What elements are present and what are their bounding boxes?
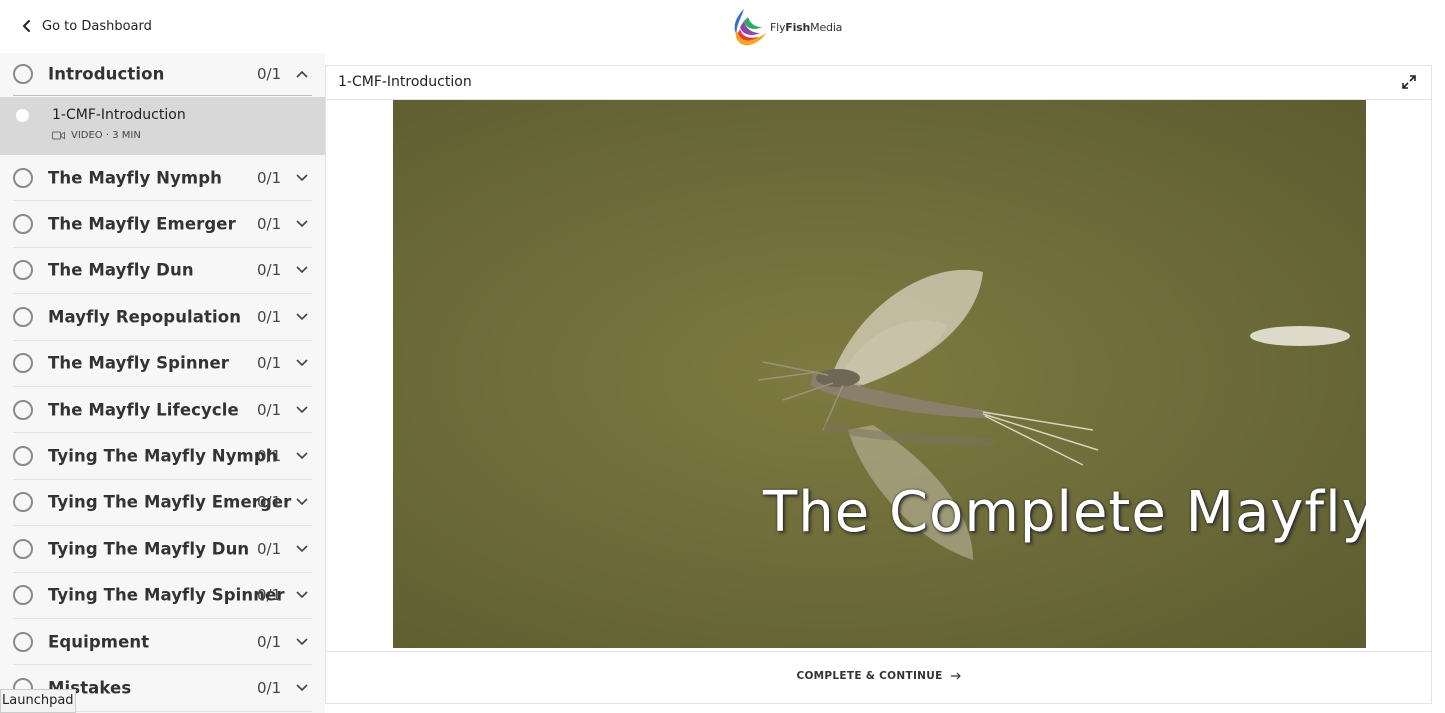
section-the-mayfly-emerger[interactable]: The Mayfly Emerger 0/1 — [13, 201, 312, 248]
section-count: 0/1 — [257, 65, 282, 83]
section-the-mayfly-lifecycle[interactable]: The Mayfly Lifecycle 0/1 — [13, 387, 312, 434]
logo-text-media: Media — [810, 20, 843, 34]
go-to-dashboard-link[interactable]: Go to Dashboard — [22, 16, 152, 36]
progress-circle-icon — [13, 446, 33, 467]
chevron-down-icon[interactable] — [296, 174, 308, 182]
progress-circle-icon — [13, 631, 33, 652]
section-the-mayfly-nymph[interactable]: The Mayfly Nymph 0/1 — [13, 155, 312, 202]
lesson-meta: VIDEO · 3 MIN — [52, 130, 141, 141]
progress-circle-icon — [13, 167, 33, 188]
progress-circle-icon — [13, 538, 33, 559]
video-caption: The Complete Mayfly — [763, 480, 1366, 545]
section-introduction[interactable]: Introduction 0/1 — [13, 53, 312, 96]
flyfishmedia-logo[interactable]: FlyFishMedia — [730, 6, 842, 48]
launchpad-button[interactable]: Launchpad — [0, 689, 76, 713]
lesson-footer: COMPLETE & CONTINUE — [326, 651, 1431, 703]
section-count: 0/1 — [257, 539, 282, 558]
progress-circle-icon — [13, 399, 33, 420]
chevron-down-icon[interactable] — [296, 638, 308, 646]
lesson-status-dot — [16, 109, 29, 122]
logo-text-fish: Fish — [785, 20, 811, 34]
section-title: Introduction — [48, 64, 165, 84]
section-tying-the-mayfly-emerger[interactable]: Tying The Mayfly Emerger 0/1 — [13, 480, 312, 527]
video-camera-icon — [52, 131, 65, 140]
section-count: 0/1 — [257, 400, 282, 419]
logo-text: FlyFishMedia — [770, 21, 842, 34]
section-title: Tying The Mayfly Spinner — [48, 585, 285, 605]
section-equipment[interactable]: Equipment 0/1 — [13, 619, 312, 666]
section-title: The Mayfly Dun — [48, 260, 194, 280]
expand-icon[interactable] — [1401, 74, 1417, 90]
progress-circle-icon — [13, 306, 33, 327]
chevron-up-icon[interactable] — [296, 70, 308, 78]
section-title: Mayfly Repopulation — [48, 307, 242, 327]
course-sidebar: Introduction 0/1 1-CMF-Introduction VIDE… — [0, 53, 325, 713]
chevron-down-icon[interactable] — [296, 452, 308, 460]
section-title: The Mayfly Lifecycle — [48, 400, 239, 420]
progress-circle-icon — [13, 492, 33, 513]
progress-circle-icon — [13, 353, 33, 374]
section-title: Equipment — [48, 632, 150, 652]
section-count: 0/1 — [257, 632, 282, 651]
lesson-header: 1-CMF-Introduction — [326, 66, 1431, 100]
chevron-down-icon[interactable] — [296, 359, 308, 367]
section-count: 0/1 — [257, 447, 282, 466]
section-title: Tying The Mayfly Dun — [48, 539, 250, 559]
chevron-down-icon[interactable] — [296, 498, 308, 506]
video-player[interactable]: The Complete Mayfly — [393, 100, 1366, 648]
section-count: 0/1 — [257, 168, 282, 187]
lesson-heading: 1-CMF-Introduction — [338, 74, 472, 90]
chevron-down-icon[interactable] — [296, 313, 308, 321]
section-title: Tying The Mayfly Nymph — [48, 446, 278, 466]
progress-circle-icon — [13, 260, 33, 281]
chevron-left-icon — [23, 20, 30, 32]
go-to-dashboard-label: Go to Dashboard — [42, 18, 152, 34]
lesson-item-active[interactable]: 1-CMF-Introduction VIDEO · 3 MIN — [0, 97, 325, 155]
section-title: The Mayfly Spinner — [48, 353, 230, 373]
section-count: 0/1 — [257, 493, 282, 512]
progress-circle-icon — [13, 64, 33, 84]
section-count: 0/1 — [257, 586, 282, 605]
section-mayfly-repopulation[interactable]: Mayfly Repopulation 0/1 — [13, 294, 312, 341]
chevron-down-icon[interactable] — [296, 591, 308, 599]
progress-circle-icon — [13, 214, 33, 235]
progress-circle-icon — [13, 585, 33, 606]
chevron-down-icon[interactable] — [296, 406, 308, 414]
section-title: The Mayfly Emerger — [48, 214, 236, 234]
section-count: 0/1 — [257, 307, 282, 326]
complete-and-continue-label: COMPLETE & CONTINUE — [796, 670, 943, 682]
lesson-meta-text: VIDEO · 3 MIN — [71, 130, 141, 141]
section-tying-the-mayfly-spinner[interactable]: Tying The Mayfly Spinner 0/1 — [13, 573, 312, 619]
chevron-down-icon[interactable] — [296, 220, 308, 228]
chevron-down-icon[interactable] — [296, 266, 308, 274]
flame-logo-icon — [734, 9, 766, 46]
section-the-mayfly-spinner[interactable]: The Mayfly Spinner 0/1 — [13, 341, 312, 387]
section-tying-the-mayfly-dun[interactable]: Tying The Mayfly Dun 0/1 — [13, 526, 312, 573]
lesson-panel: 1-CMF-Introduction The Complete Mayfly C… — [325, 65, 1432, 704]
arrow-right-icon — [950, 672, 961, 680]
chevron-down-icon[interactable] — [296, 545, 308, 553]
section-count: 0/1 — [257, 354, 282, 373]
section-count: 0/1 — [257, 261, 282, 280]
chevron-down-icon[interactable] — [296, 684, 308, 692]
mayfly-video-frame — [757, 269, 1350, 560]
section-the-mayfly-dun[interactable]: The Mayfly Dun 0/1 — [13, 248, 312, 295]
section-count: 0/1 — [257, 215, 282, 234]
section-title: The Mayfly Nymph — [48, 168, 222, 188]
section-tying-the-mayfly-nymph[interactable]: Tying The Mayfly Nymph 0/1 — [13, 433, 312, 480]
lesson-title: 1-CMF-Introduction — [52, 107, 186, 123]
logo-text-fly: Fly — [770, 20, 786, 34]
section-count: 0/1 — [257, 678, 282, 697]
section-title: Tying The Mayfly Emerger — [48, 492, 292, 512]
top-bar: Go to Dashboard FlyFishMedia — [0, 0, 1445, 53]
complete-and-continue-button[interactable]: COMPLETE & CONTINUE — [796, 670, 961, 682]
